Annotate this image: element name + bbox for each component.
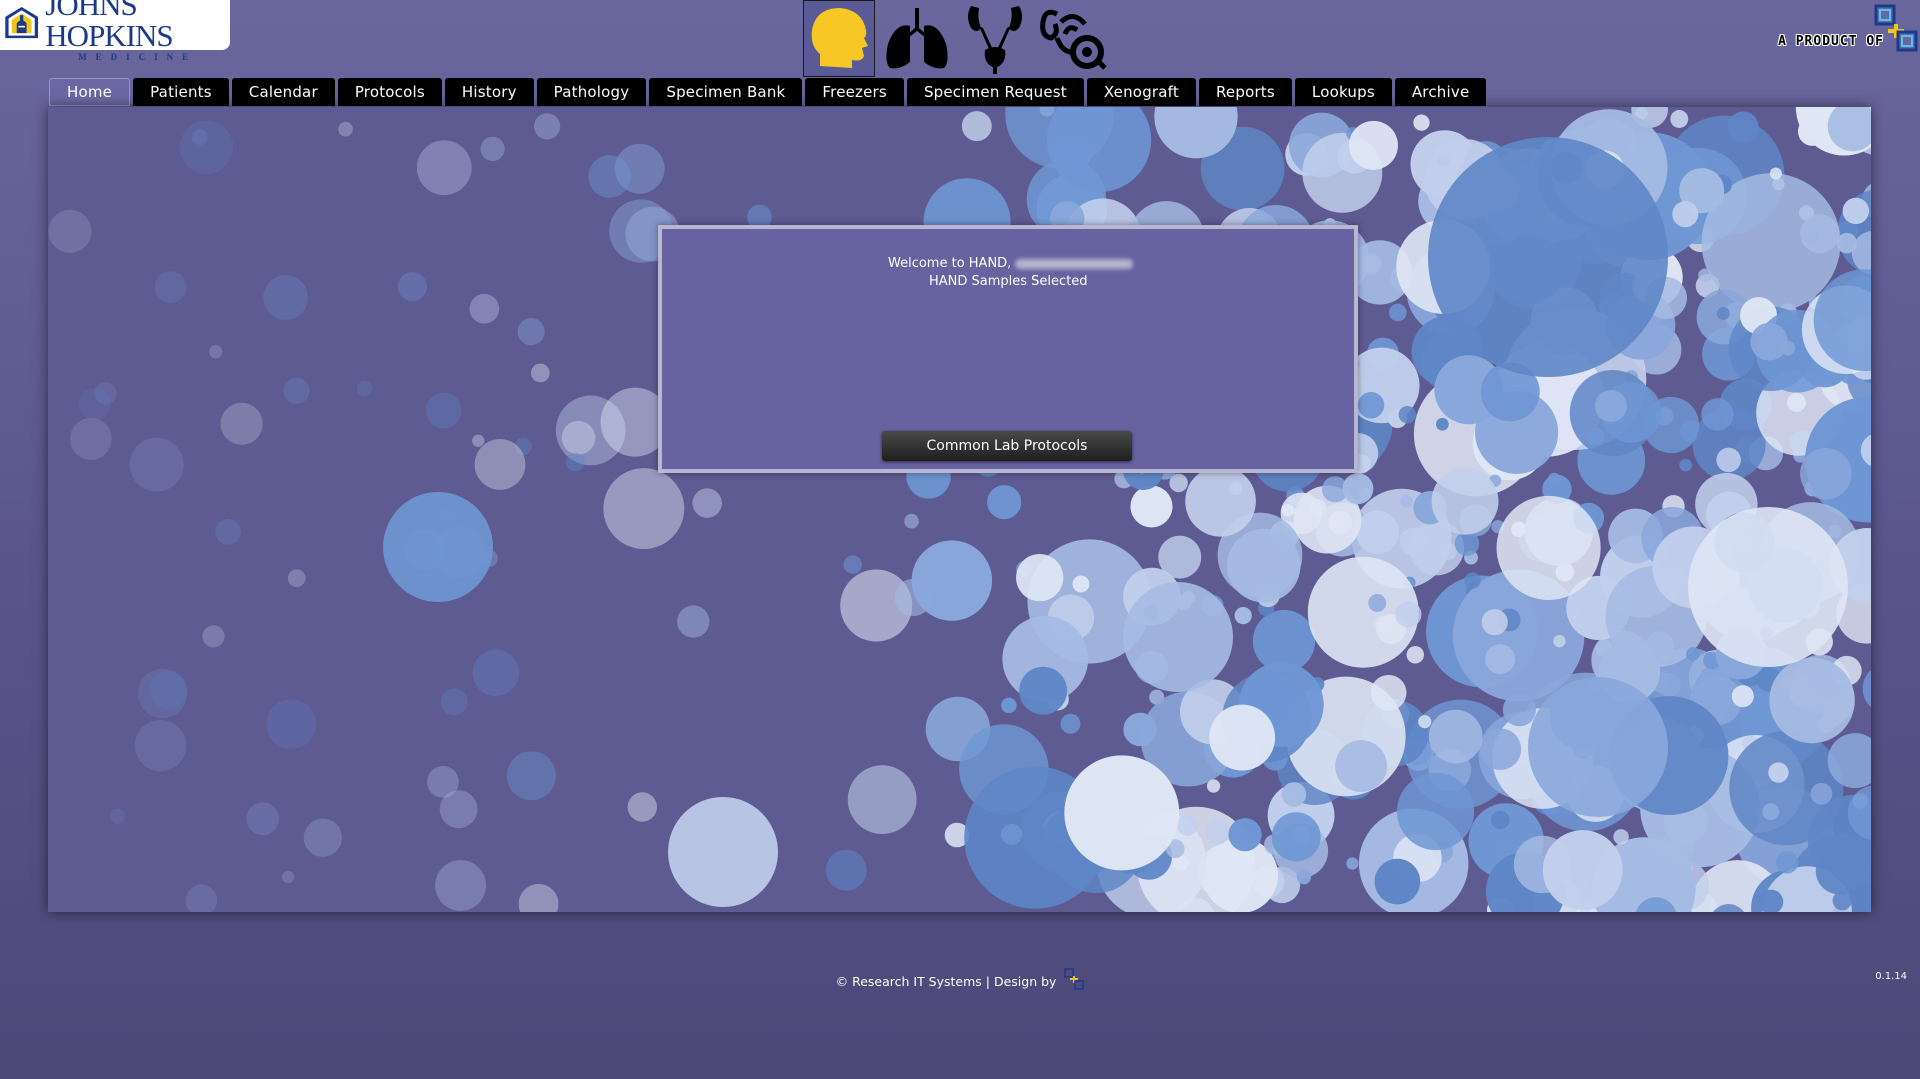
organ-ear[interactable] — [1037, 0, 1109, 77]
lungs-icon — [886, 7, 948, 68]
welcome-text: Welcome to HAND, — [888, 256, 1134, 271]
tab-patients[interactable]: Patients — [133, 78, 229, 106]
tab-freezers[interactable]: Freezers — [805, 78, 904, 106]
tab-label: Specimen Request — [923, 83, 1067, 101]
redacted-user-name — [1015, 258, 1134, 269]
tab-label: Protocols — [354, 83, 425, 101]
shield-icon — [5, 6, 39, 39]
tab-xenograft[interactable]: Xenograft — [1086, 78, 1196, 106]
organ-selector — [803, 0, 1109, 77]
welcome-panel: Welcome to HAND, HAND Samples Selected C… — [658, 225, 1358, 473]
tab-reports[interactable]: Reports — [1198, 78, 1292, 106]
tab-label: Home — [67, 83, 113, 101]
tab-label: Lookups — [1311, 83, 1375, 101]
tab-archive[interactable]: Archive — [1394, 78, 1487, 106]
tab-label: Pathology — [553, 83, 630, 101]
logo-subtitle: MEDICINE — [78, 51, 198, 62]
tab-history[interactable]: History — [444, 78, 534, 106]
tab-home[interactable]: Home — [49, 78, 131, 106]
tab-label: Xenograft — [1103, 83, 1179, 101]
organ-lungs[interactable] — [881, 0, 953, 77]
main-nav: Home Patients Calendar Protocols History… — [49, 78, 1487, 106]
tab-pathology[interactable]: Pathology — [536, 78, 647, 106]
logo-name: JOHNS HOPKINS — [45, 0, 173, 53]
johns-hopkins-logo[interactable]: JOHNS HOPKINS MEDICINE — [0, 0, 230, 61]
tab-label: History — [461, 83, 517, 101]
kidney-icon — [968, 5, 1022, 74]
ear-icon — [1040, 9, 1107, 70]
organ-kidney[interactable] — [959, 0, 1031, 77]
rits-mini-logo-icon[interactable] — [1064, 968, 1085, 990]
tab-label: Freezers — [822, 83, 887, 101]
tab-specimen-request[interactable]: Specimen Request — [906, 78, 1084, 106]
tab-lookups[interactable]: Lookups — [1294, 78, 1392, 106]
head-icon — [811, 7, 868, 68]
main-content: Welcome to HAND, HAND Samples Selected C… — [48, 107, 1871, 912]
footer-copyright: © Research IT Systems | Design by — [835, 974, 1057, 989]
welcome-greeting: Welcome to HAND, — [888, 256, 1012, 271]
organ-head[interactable] — [803, 0, 875, 77]
tab-label: Archive — [1411, 83, 1470, 101]
samples-selected-text: HAND Samples Selected — [929, 274, 1088, 289]
rits-logo-icon[interactable] — [1874, 4, 1918, 52]
tab-calendar[interactable]: Calendar — [231, 78, 335, 106]
tab-label: Reports — [1215, 83, 1275, 101]
tab-label: Calendar — [248, 83, 318, 101]
tab-specimen-bank[interactable]: Specimen Bank — [649, 78, 803, 106]
version-label: 0.1.14 — [1875, 971, 1907, 982]
common-lab-protocols-button[interactable]: Common Lab Protocols — [882, 431, 1132, 461]
tab-protocols[interactable]: Protocols — [337, 78, 442, 106]
product-label: A PRODUCT OF — [1778, 34, 1884, 49]
tab-label: Patients — [150, 83, 212, 101]
tab-label: Specimen Bank — [666, 83, 786, 101]
footer: © Research IT Systems | Design by — [0, 968, 1920, 990]
